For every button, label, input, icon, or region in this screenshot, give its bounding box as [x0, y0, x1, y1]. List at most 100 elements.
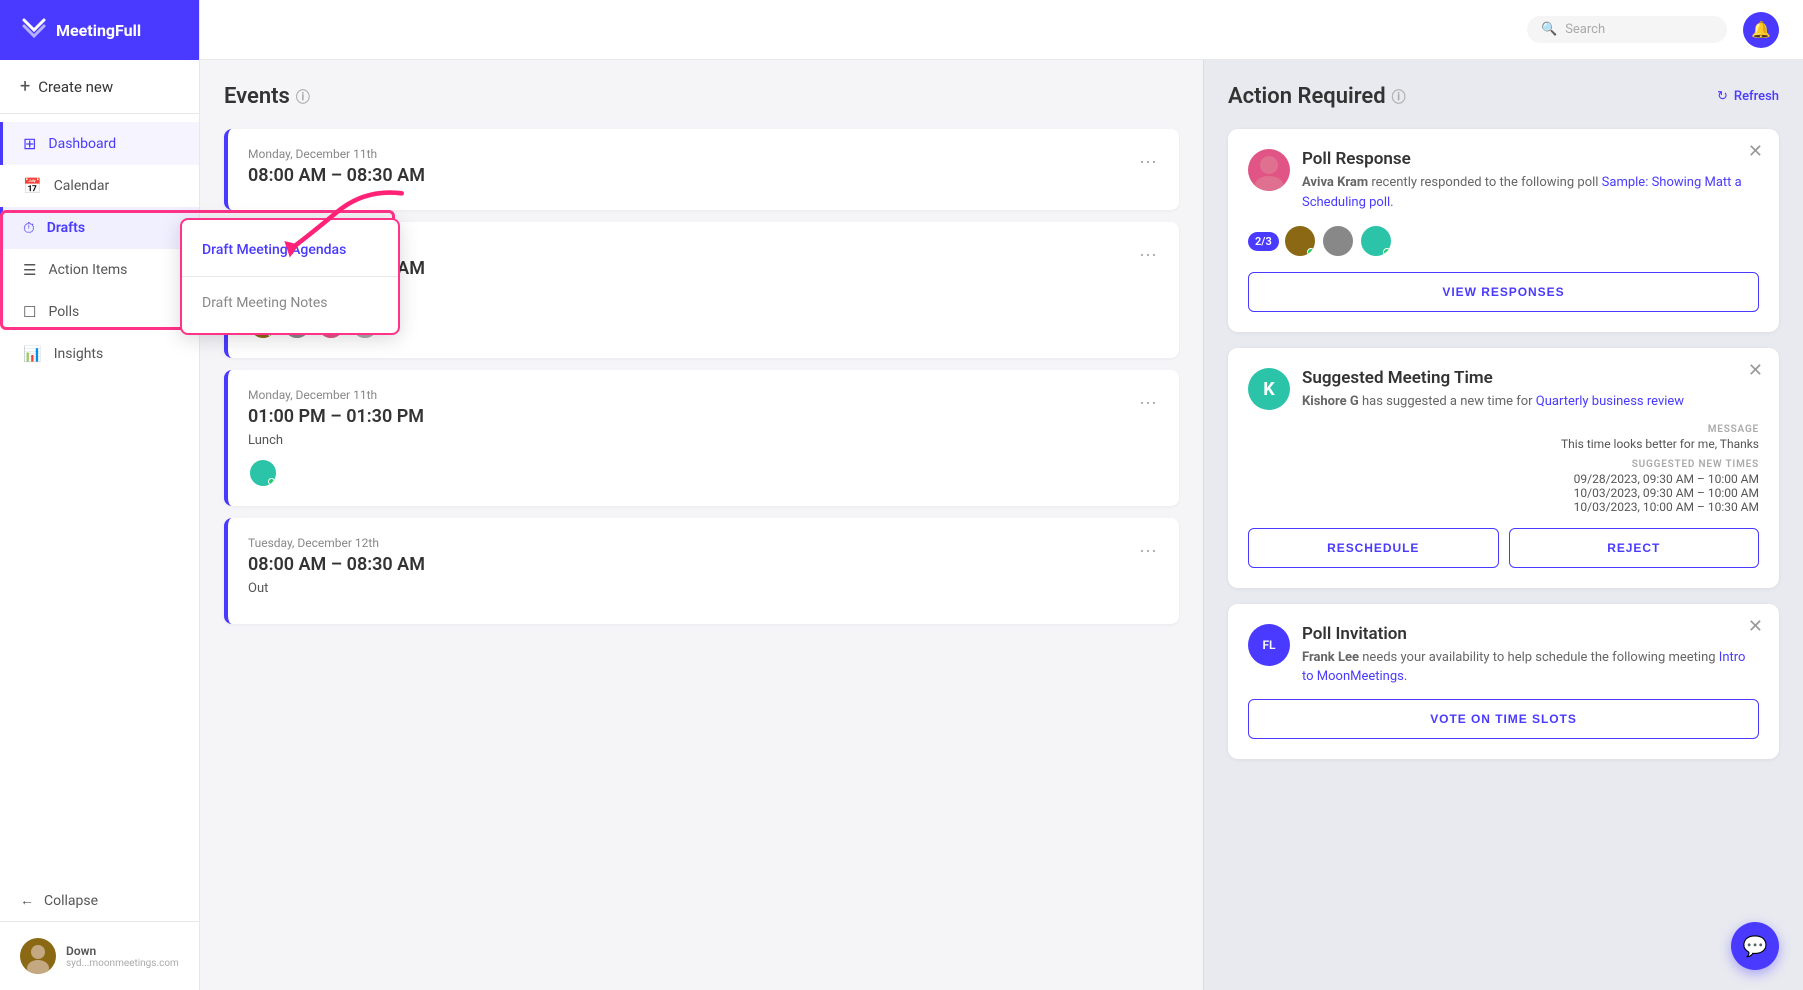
search-placeholder: Search	[1565, 22, 1605, 37]
card-desc: Frank Lee needs your availability to hel…	[1302, 648, 1759, 687]
event-time: 08:00 AM – 08:30 AM	[248, 554, 1159, 575]
events-panel: Events ⓘ Monday, December 11th 08:00 AM …	[200, 60, 1203, 990]
card-link[interactable]: Quarterly business review	[1536, 394, 1684, 409]
card-avatar	[1248, 149, 1290, 191]
dropdown-divider	[182, 276, 398, 277]
app-name: MeetingFull	[56, 21, 141, 40]
card-title: Poll Invitation	[1302, 624, 1759, 644]
sidebar-item-dashboard[interactable]: ⊞ Dashboard	[0, 122, 199, 165]
sidebar-item-calendar[interactable]: 📅 Calendar	[0, 165, 199, 207]
view-responses-button[interactable]: VIEW RESPONSES	[1248, 272, 1759, 312]
card-desc: Aviva Kram recently responded to the fol…	[1302, 173, 1759, 212]
close-button[interactable]: ✕	[1748, 362, 1763, 380]
chat-bubble[interactable]: 💬	[1731, 922, 1779, 970]
event-date: Monday, December 11th	[248, 388, 1159, 402]
event-more-button[interactable]: ⋯	[1133, 536, 1163, 566]
action-panel: Action Required ⓘ ↻ Refresh Poll Respons…	[1203, 60, 1803, 990]
logo-icon	[20, 16, 48, 45]
sidebar-label-polls: Polls	[48, 304, 79, 320]
sidebar-item-polls[interactable]: ☐ Polls	[0, 291, 199, 333]
card-desc: Kishore G has suggested a new time for Q…	[1302, 392, 1684, 412]
event-more-button[interactable]: ⋯	[1133, 388, 1163, 418]
event-card: Monday, December 11th 08:00 AM – 08:30 A…	[224, 129, 1179, 210]
draft-agendas-option[interactable]: Draft Meeting Agendas	[182, 228, 398, 272]
suggested-time-3: 10/03/2023, 10:00 AM – 10:30 AM	[1248, 500, 1759, 514]
poll-avatar	[1321, 224, 1355, 258]
card-info: Suggested Meeting Time Kishore G has sug…	[1302, 368, 1684, 412]
collapse-button[interactable]: ← Collapse	[0, 880, 199, 921]
collapse-arrow-icon: ←	[20, 892, 34, 909]
card-avatar: K	[1248, 368, 1290, 410]
message-value: This time looks better for me, Thanks	[1248, 437, 1759, 451]
action-items-icon: ☰	[23, 261, 36, 279]
calendar-icon: 📅	[23, 177, 42, 195]
event-title: Out	[248, 581, 1159, 596]
sidebar-nav: ⊞ Dashboard 📅 Calendar ⏱ Drafts ☰ Action…	[0, 114, 199, 880]
suggested-meta: MESSAGE This time looks better for me, T…	[1248, 424, 1759, 514]
drafts-icon: ⏱	[23, 219, 35, 237]
create-new-button[interactable]: + Create new	[0, 60, 199, 114]
search-box[interactable]: 🔍 Search	[1527, 16, 1727, 43]
plus-icon: +	[20, 76, 30, 97]
panels: Events ⓘ Monday, December 11th 08:00 AM …	[200, 60, 1803, 990]
reject-button[interactable]: REJECT	[1509, 528, 1760, 568]
search-icon: 🔍	[1541, 22, 1557, 37]
message-label: MESSAGE	[1248, 424, 1759, 435]
card-info: Poll Response Aviva Kram recently respon…	[1302, 149, 1759, 212]
refresh-button[interactable]: ↻ Refresh	[1717, 89, 1779, 104]
event-date: Tuesday, December 12th	[248, 536, 1159, 550]
poll-response-card: Poll Response Aviva Kram recently respon…	[1228, 129, 1779, 332]
event-more-button[interactable]: ⋯	[1133, 240, 1163, 270]
sidebar-item-drafts[interactable]: ⏱ Drafts	[0, 207, 199, 249]
dashboard-icon: ⊞	[23, 134, 36, 153]
notification-icon[interactable]: 🔔	[1743, 12, 1779, 48]
poll-count: 2/3	[1248, 232, 1279, 251]
suggested-time-1: 09/28/2023, 09:30 AM – 10:00 AM	[1248, 472, 1759, 486]
drafts-dropdown: Draft Meeting Agendas Draft Meeting Note…	[180, 218, 400, 335]
card-header: FL Poll Invitation Frank Lee needs your …	[1248, 624, 1759, 687]
suggested-meeting-card: K Suggested Meeting Time Kishore G has s…	[1228, 348, 1779, 588]
reschedule-button[interactable]: RESCHEDULE	[1248, 528, 1499, 568]
suggested-time-2: 10/03/2023, 09:30 AM – 10:00 AM	[1248, 486, 1759, 500]
sidebar-item-insights[interactable]: 📊 Insights	[0, 333, 199, 375]
close-button[interactable]: ✕	[1748, 618, 1763, 636]
action-info-icon: ⓘ	[1392, 87, 1406, 107]
event-date: Monday, December 11th	[248, 147, 1159, 161]
event-time: 08:00 AM – 08:30 AM	[248, 165, 1159, 186]
vote-button[interactable]: VOTE ON TIME SLOTS	[1248, 699, 1759, 739]
event-time: 01:00 PM – 01:30 PM	[248, 406, 1159, 427]
user-name: Down	[66, 944, 179, 958]
card-header: Poll Response Aviva Kram recently respon…	[1248, 149, 1759, 212]
create-new-label: Create new	[38, 78, 113, 96]
sidebar-logo: MeetingFull	[0, 0, 199, 60]
card-avatar: FL	[1248, 624, 1290, 666]
action-buttons: RESCHEDULE REJECT	[1248, 528, 1759, 568]
user-avatar	[20, 938, 56, 974]
collapse-label: Collapse	[44, 893, 98, 909]
poll-avatar	[1283, 224, 1317, 258]
events-info-icon: ⓘ	[296, 87, 310, 107]
card-person: Kishore G	[1302, 394, 1359, 409]
sidebar-label-calendar: Calendar	[54, 178, 110, 194]
close-button[interactable]: ✕	[1748, 143, 1763, 161]
sidebar-item-action-items[interactable]: ☰ Action Items	[0, 249, 199, 291]
refresh-label: Refresh	[1734, 89, 1779, 104]
user-profile[interactable]: Down syd...moonmeetings.com	[0, 921, 199, 990]
insights-icon: 📊	[23, 345, 42, 363]
sidebar: MeetingFull + Create new ⊞ Dashboard 📅 C…	[0, 0, 200, 990]
action-panel-header: Action Required ⓘ ↻ Refresh	[1228, 84, 1779, 109]
card-header: K Suggested Meeting Time Kishore G has s…	[1248, 368, 1759, 412]
card-title: Suggested Meeting Time	[1302, 368, 1684, 388]
refresh-icon: ↻	[1717, 89, 1728, 104]
event-avatars	[248, 458, 1159, 488]
main-content: 🔍 Search 🔔 Events ⓘ Monday, December 11t…	[200, 0, 1803, 990]
event-more-button[interactable]: ⋯	[1133, 147, 1163, 177]
user-email: syd...moonmeetings.com	[66, 958, 179, 969]
poll-invite-card: FL Poll Invitation Frank Lee needs your …	[1228, 604, 1779, 759]
events-title: Events ⓘ	[224, 84, 1179, 109]
draft-notes-option[interactable]: Draft Meeting Notes	[182, 281, 398, 325]
card-person: Aviva Kram	[1302, 175, 1368, 190]
card-person: Frank Lee	[1302, 650, 1359, 665]
event-avatar	[248, 458, 278, 488]
event-title: Lunch	[248, 433, 1159, 448]
